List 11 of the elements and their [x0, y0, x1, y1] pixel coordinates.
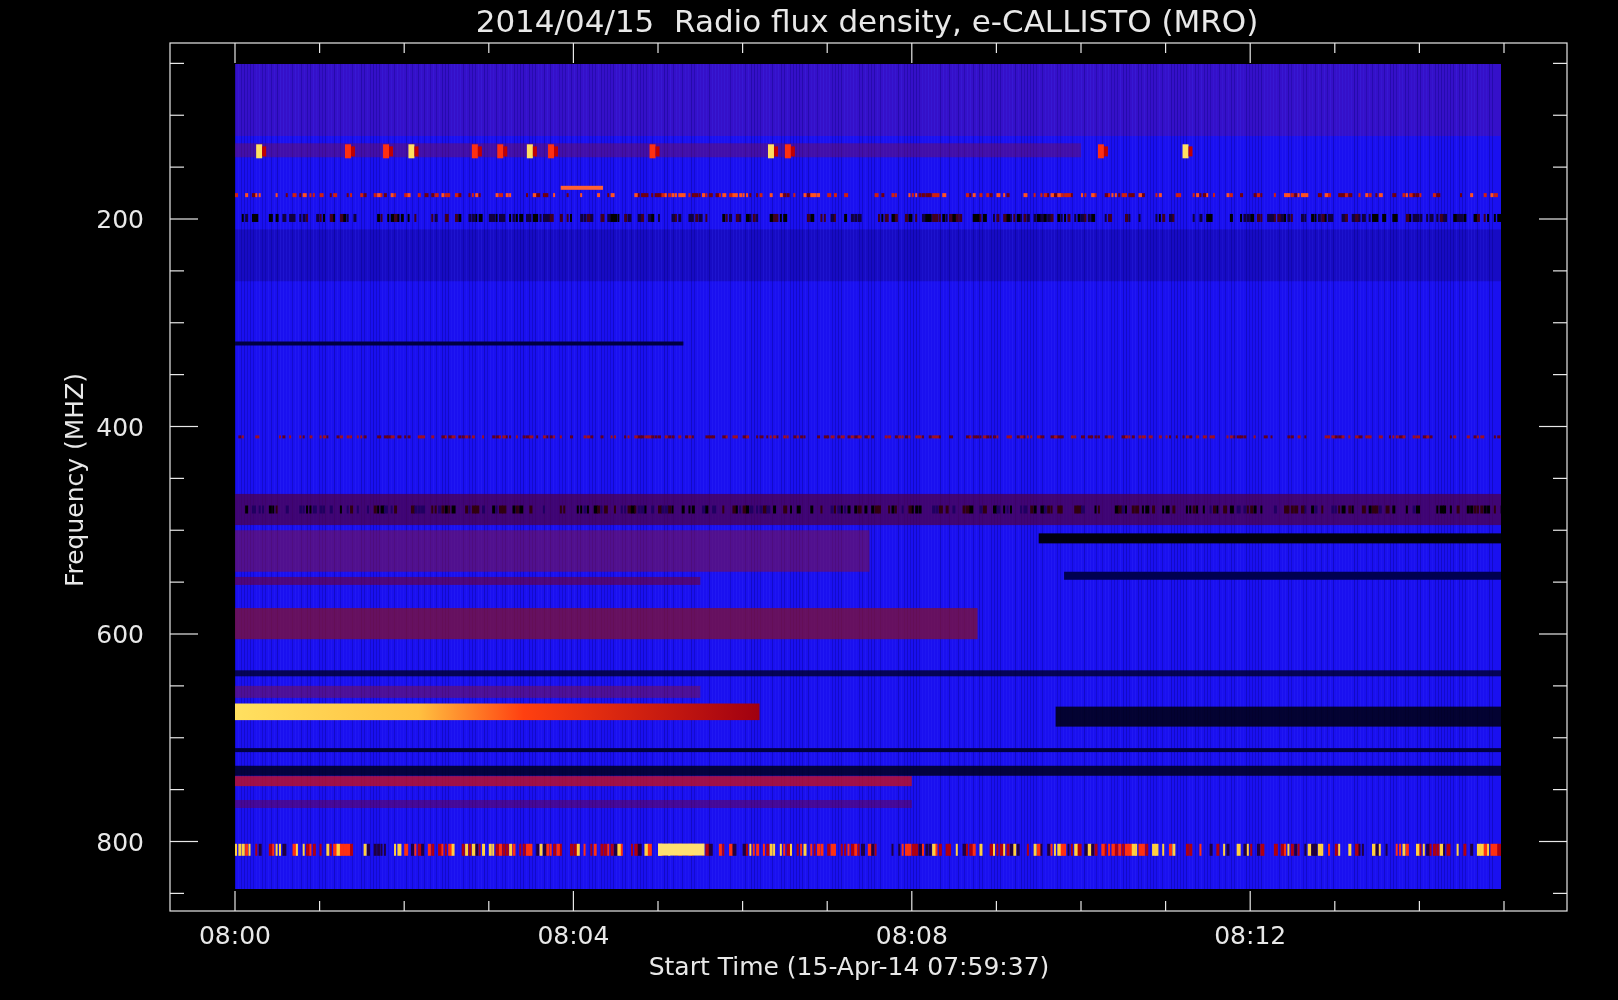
tick-label: 08:04	[537, 921, 610, 950]
axis-label: Frequency (MHZ)	[60, 372, 89, 588]
tick-label: 08:08	[875, 921, 948, 950]
tick-label: 400	[96, 412, 144, 442]
tick-label: 600	[96, 620, 144, 649]
axis-label: Start Time (15-Apr-14 07:59:37)	[648, 952, 1050, 981]
tick-label: 08:00	[199, 921, 271, 950]
tick-label: 200	[96, 205, 144, 234]
plot-title: 2014/04/15 Radio flux density, e-CALLISTO (MRO)	[475, 3, 1259, 39]
tick-label: 800	[96, 827, 144, 857]
tick-label: 08:12	[1214, 921, 1287, 950]
